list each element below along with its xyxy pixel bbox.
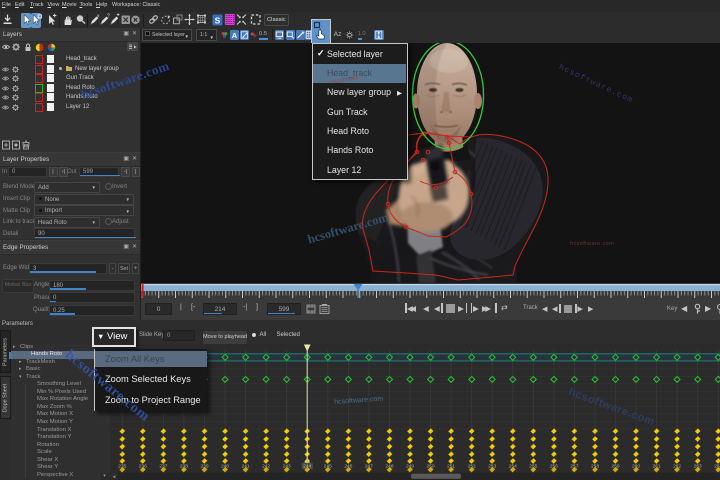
- svg-text:A: A: [232, 31, 238, 40]
- svg-text:S: S: [214, 15, 220, 25]
